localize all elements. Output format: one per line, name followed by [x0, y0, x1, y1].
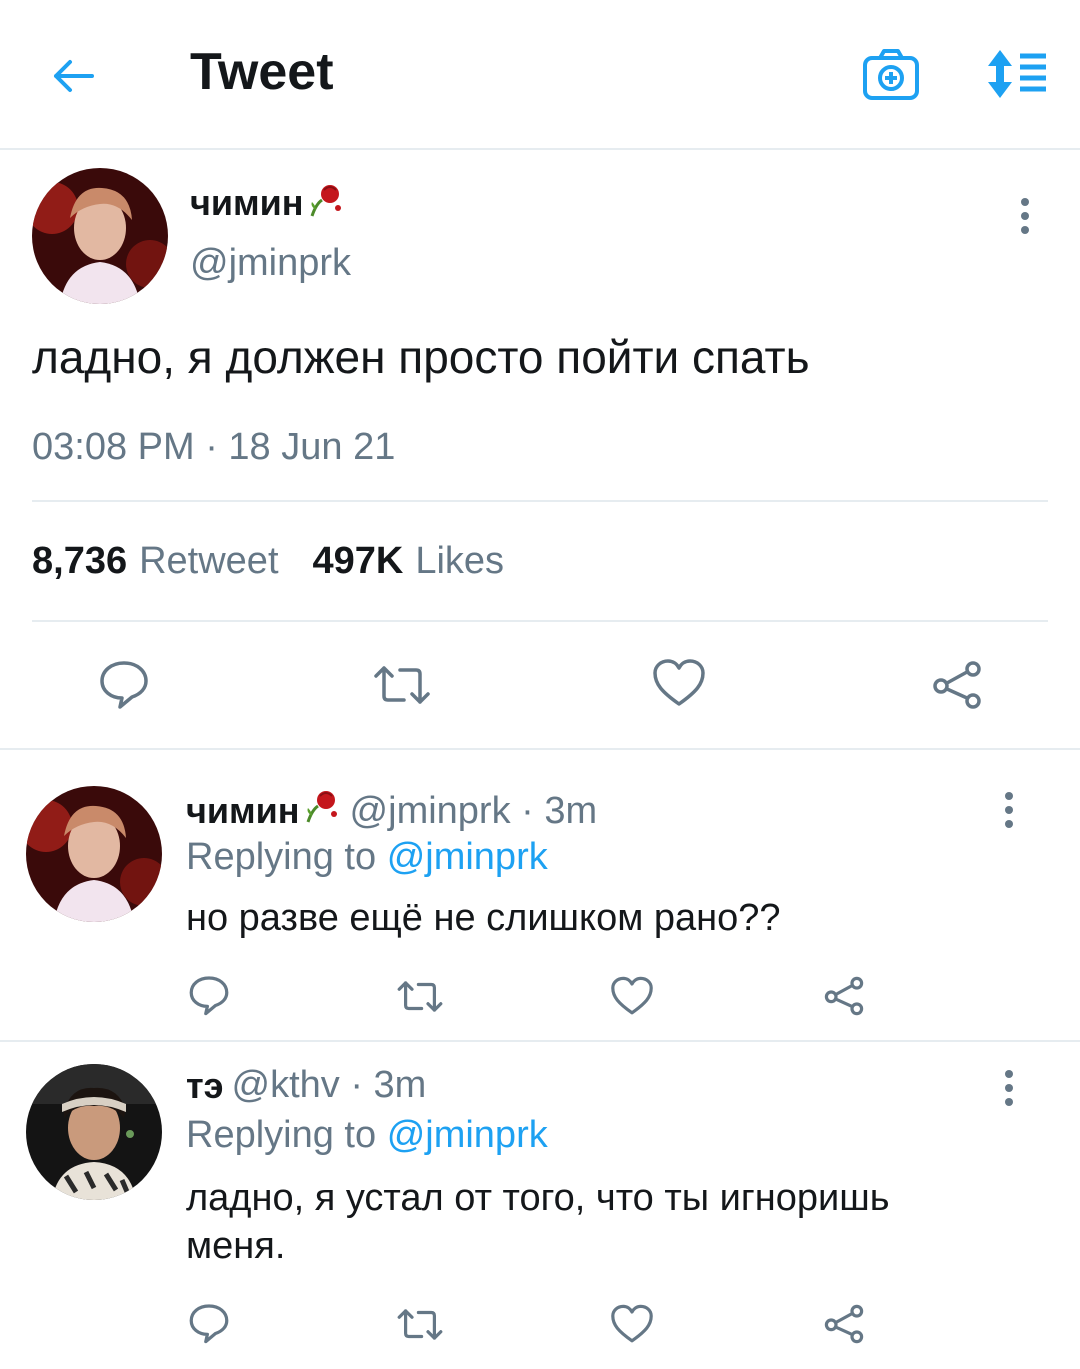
- avatar-photo: [26, 786, 162, 922]
- comment-icon: [100, 661, 148, 709]
- retweet-icon: [374, 666, 430, 704]
- wilted-rose-icon: [306, 180, 346, 225]
- author-handle: @jminprk: [190, 242, 352, 284]
- reply-tweet[interactable]: тэ @kthv · 3m Replying to @jminprk ладно…: [0, 1042, 1080, 1367]
- back-button[interactable]: [48, 50, 100, 102]
- replying-to-prefix: Replying to: [186, 836, 377, 878]
- retweet-label[interactable]: Retweet: [139, 540, 278, 583]
- handle-and-time: @jminprk · 3m: [349, 789, 598, 832]
- replying-to: Replying to @jminprk: [186, 836, 548, 879]
- share-icon: [824, 1304, 864, 1344]
- avatar-photo: [26, 1064, 162, 1200]
- display-name: чимин: [186, 790, 300, 831]
- more-options-button[interactable]: [994, 1068, 1024, 1108]
- share-icon: [933, 661, 981, 709]
- share-button[interactable]: [930, 660, 984, 710]
- replying-to-prefix: Replying to: [186, 1114, 377, 1156]
- camera-button[interactable]: [862, 46, 920, 102]
- divider: [32, 500, 1048, 502]
- main-tweet: чимин @jminprk ладно, я должен просто по…: [0, 152, 1080, 748]
- avatar[interactable]: [26, 1064, 162, 1200]
- retweet-button[interactable]: [396, 1306, 444, 1343]
- tweet-text: ладно, я должен просто пойти спать: [32, 331, 810, 383]
- comment-icon: [189, 1304, 229, 1344]
- like-button[interactable]: [652, 658, 706, 708]
- reply-tweet[interactable]: чимин @jminprk · 3m Replying to @jminprk…: [0, 750, 1080, 1040]
- more-vertical-icon: [1005, 792, 1013, 828]
- avatar[interactable]: [32, 168, 168, 304]
- retweet-button[interactable]: [396, 978, 444, 1015]
- display-name: чимин: [190, 181, 304, 223]
- page-title: Tweet: [190, 43, 334, 101]
- reply-text: ладно, я устал от того, что ты игноришь …: [186, 1177, 890, 1267]
- avatar[interactable]: [26, 786, 162, 922]
- handle-and-time: @kthv · 3m: [231, 1064, 427, 1106]
- share-icon: [824, 976, 864, 1016]
- avatar-photo: [32, 168, 168, 304]
- more-options-button[interactable]: [1010, 196, 1040, 236]
- likes-label[interactable]: Likes: [415, 540, 504, 583]
- author-name-row: тэ @kthv · 3m: [186, 1064, 426, 1107]
- like-button[interactable]: [610, 976, 654, 1016]
- like-button[interactable]: [610, 1304, 654, 1344]
- reply-button[interactable]: [188, 1302, 230, 1344]
- share-button[interactable]: [822, 976, 866, 1016]
- comment-icon: [189, 976, 229, 1016]
- engagement-stats: 8,736 Retweet 497K Likes: [32, 540, 538, 583]
- heart-icon: [653, 659, 705, 706]
- retweet-count[interactable]: 8,736: [32, 540, 127, 583]
- retweet-icon: [397, 1309, 443, 1340]
- heart-icon: [611, 1304, 653, 1343]
- more-vertical-icon: [1005, 1070, 1013, 1106]
- retweet-button[interactable]: [372, 662, 432, 708]
- top-app-bar: Tweet: [0, 0, 1080, 150]
- more-options-button[interactable]: [994, 790, 1024, 830]
- arrow-left-icon: [54, 60, 94, 92]
- tweet-timestamp: 03:08 PM · 18 Jun 21: [32, 426, 396, 468]
- display-name: тэ: [186, 1064, 224, 1106]
- likes-count[interactable]: 497K: [313, 540, 404, 583]
- tweet-action-bar: [0, 658, 1080, 718]
- mention-link[interactable]: @jminprk: [387, 1114, 548, 1156]
- mention-link[interactable]: @jminprk: [387, 836, 548, 878]
- author-name-row: чимин @jminprk · 3m: [186, 786, 597, 836]
- divider: [32, 620, 1048, 622]
- camera-plus-icon: [863, 49, 919, 100]
- heart-icon: [611, 976, 653, 1015]
- reply-button[interactable]: [188, 974, 230, 1016]
- reply-text: но разве ещё не слишком рано??: [186, 897, 781, 939]
- more-vertical-icon: [1021, 198, 1029, 234]
- reply-action-bar: [0, 1302, 1080, 1362]
- replying-to: Replying to @jminprk: [186, 1114, 548, 1157]
- wilted-rose-icon: [302, 786, 342, 836]
- reply-action-bar: [0, 974, 1080, 1034]
- sort-replies-button[interactable]: [984, 46, 1050, 102]
- reply-button[interactable]: [98, 658, 150, 710]
- author-name-row: чимин: [190, 180, 346, 225]
- share-button[interactable]: [822, 1304, 866, 1344]
- retweet-icon: [397, 981, 443, 1012]
- sort-arrows-icon: [988, 50, 1046, 98]
